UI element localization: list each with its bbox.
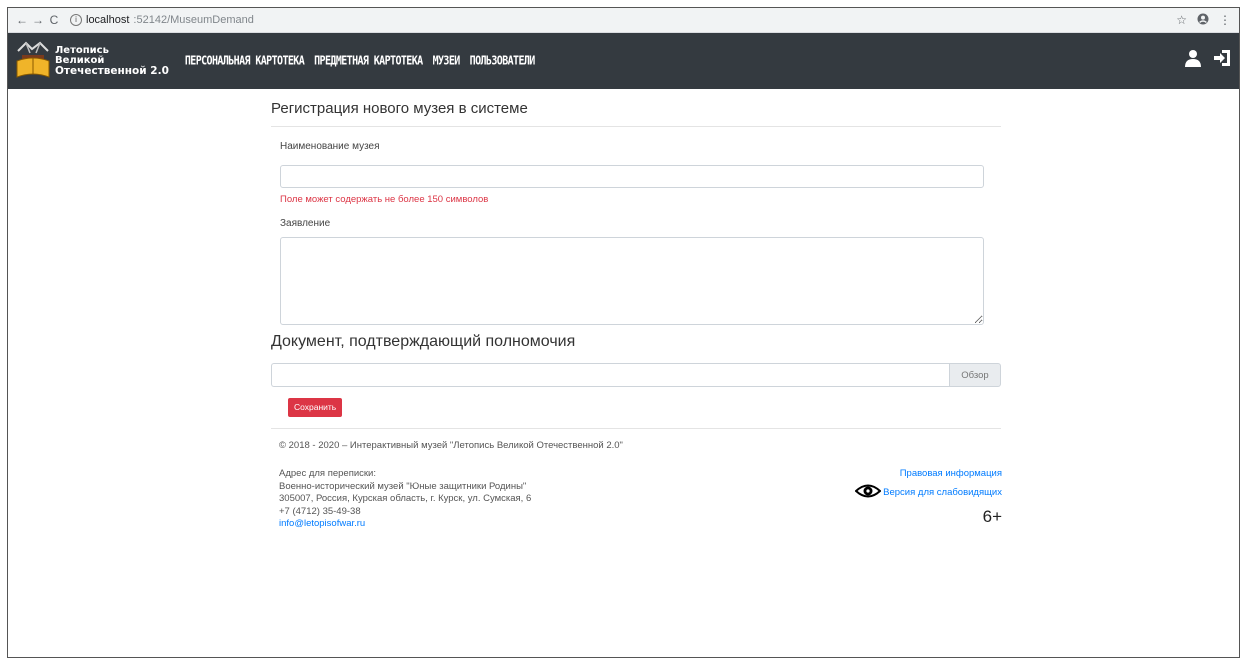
browse-button[interactable]: Обзор	[949, 363, 1001, 387]
save-button[interactable]: Сохранить	[288, 398, 343, 417]
copyright: © 2018 - 2020 – Интерактивный музей "Лет…	[279, 440, 623, 451]
browser-window: ← → C i localhost:52142/MuseumDemand ☆ ⋮	[7, 7, 1240, 658]
user-icon[interactable]	[1185, 49, 1201, 67]
legal-info-link[interactable]: Правовая информация	[900, 468, 1002, 479]
document-file-input[interactable]	[271, 363, 949, 387]
profile-icon[interactable]	[1197, 13, 1209, 28]
menu-subject-catalog[interactable]: ПРЕДМЕТНАЯ КАРТОТЕКА	[314, 54, 423, 68]
menu-museums[interactable]: МУЗЕИ	[433, 54, 461, 68]
reload-icon[interactable]: C	[46, 13, 62, 27]
page-title: Регистрация нового музея в системе	[271, 100, 528, 117]
browser-menu-icon[interactable]: ⋮	[1219, 13, 1231, 27]
address-street: 305007, Россия, Курская область, г. Курс…	[279, 493, 532, 504]
statement-textarea[interactable]	[280, 237, 984, 325]
museum-name-error: Поле может содержать не более 150 символ…	[280, 194, 489, 205]
address-bar[interactable]: i localhost:52142/MuseumDemand	[70, 14, 254, 26]
accessibility-version-link[interactable]: Версия для слабовидящих	[883, 487, 1002, 498]
email-link[interactable]: info@letopisofwar.ru	[279, 518, 365, 529]
browser-toolbar: ← → C i localhost:52142/MuseumDemand ☆ ⋮	[8, 8, 1239, 33]
url-path: :52142/MuseumDemand	[133, 14, 254, 26]
site-info-icon[interactable]: i	[70, 14, 82, 26]
main-menu: ПЕРСОНАЛЬНАЯ КАРТОТЕКА ПРЕДМЕТНАЯ КАРТОТ…	[185, 54, 536, 68]
address-organization: Военно-исторический музей "Юные защитник…	[279, 480, 527, 492]
document-section-title: Документ, подтверждающий полномочия	[271, 333, 576, 350]
museum-name-input[interactable]	[280, 165, 984, 188]
logout-icon[interactable]	[1213, 49, 1231, 67]
statement-label: Заявление	[280, 218, 331, 229]
url-host: localhost	[86, 14, 130, 26]
phone-number: +7 (4712) 35-49-38	[279, 505, 361, 517]
divider	[271, 428, 1001, 429]
menu-users[interactable]: ПОЛЬЗОВАТЕЛИ	[470, 54, 536, 68]
logo-line-3: Отечественной 2.0	[55, 65, 169, 77]
divider	[271, 126, 1001, 127]
eye-icon[interactable]	[854, 483, 882, 502]
back-icon[interactable]: ←	[14, 13, 30, 27]
forward-icon[interactable]: →	[30, 13, 46, 27]
site-logo[interactable]: Летопись Великой Отечественной 2.0	[14, 41, 169, 81]
museum-name-label: Наименование музея	[280, 141, 380, 152]
app-navbar: Летопись Великой Отечественной 2.0 ПЕРСО…	[8, 33, 1239, 89]
address-label: Адрес для переписки:	[279, 468, 377, 479]
postal-address: Адрес для переписки: Военно-исторический…	[279, 468, 531, 531]
age-rating-badge: 6+	[982, 507, 1002, 526]
book-logo-icon	[14, 41, 52, 81]
menu-personal-catalog[interactable]: ПЕРСОНАЛЬНАЯ КАРТОТЕКА	[185, 54, 305, 68]
document-file-picker[interactable]: Обзор	[271, 363, 1001, 387]
bookmark-star-icon[interactable]: ☆	[1176, 13, 1187, 27]
